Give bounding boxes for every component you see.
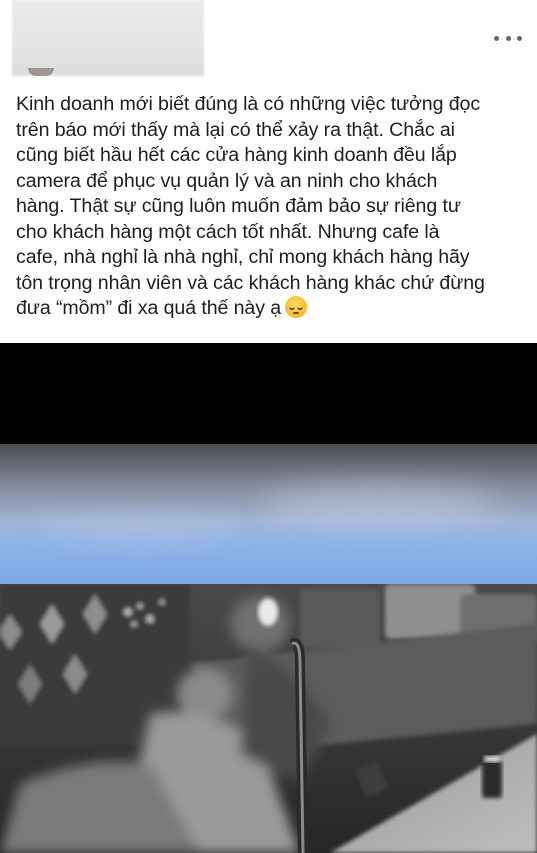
post-text-line: hàng. Thật sự cũng luôn muốn đảm bảo sự …: [16, 195, 461, 217]
post-header: [0, 0, 537, 82]
pensive-face-emoji-icon: [285, 296, 308, 318]
post-text-line: cho khách hàng một cách tốt nhất. Nhưng …: [16, 220, 440, 243]
post-text-line: tôn trọng nhân viên và các khách hàng kh…: [16, 271, 485, 294]
dot: [505, 35, 511, 41]
cctv-scene-svg: [0, 584, 537, 853]
post-text-last-line: đưa “mồm” đi xa quá thế này ạ: [16, 296, 526, 322]
cup-on-table: [482, 756, 502, 798]
cctv-photo-image[interactable]: [0, 584, 537, 853]
post-body-text: Kinh doanh mới biết đúng là có những việ…: [16, 92, 526, 322]
blur-highlight: [260, 482, 500, 522]
post-text-line: Kinh doanh mới biết đúng là có những việ…: [16, 93, 481, 115]
post-text-line: camera để phục vụ quản lý và an ninh cho…: [16, 169, 438, 192]
dot: [494, 35, 499, 41]
blur-highlight: [40, 514, 240, 544]
more-options-ellipsis-icon[interactable]: [494, 30, 522, 46]
light-reflection: [258, 598, 278, 626]
media-black-band: [0, 343, 537, 444]
blurred-author-avatar[interactable]: [12, 0, 204, 76]
post-text-line: cũng biết hầu hết các cửa hàng kinh doan…: [16, 144, 457, 166]
post-text-line: cafe, nhà nghỉ là nhà nghỉ, chỉ mong khá…: [16, 246, 470, 268]
avatar-edge: [28, 68, 54, 76]
dot: [517, 35, 522, 41]
blurred-media-band: [0, 444, 537, 584]
post-text-line: đưa “mồm” đi xa quá thế này ạ: [16, 297, 282, 319]
post-text-line: trên báo mới thấy mà lại có thể xảy ra t…: [16, 118, 455, 141]
